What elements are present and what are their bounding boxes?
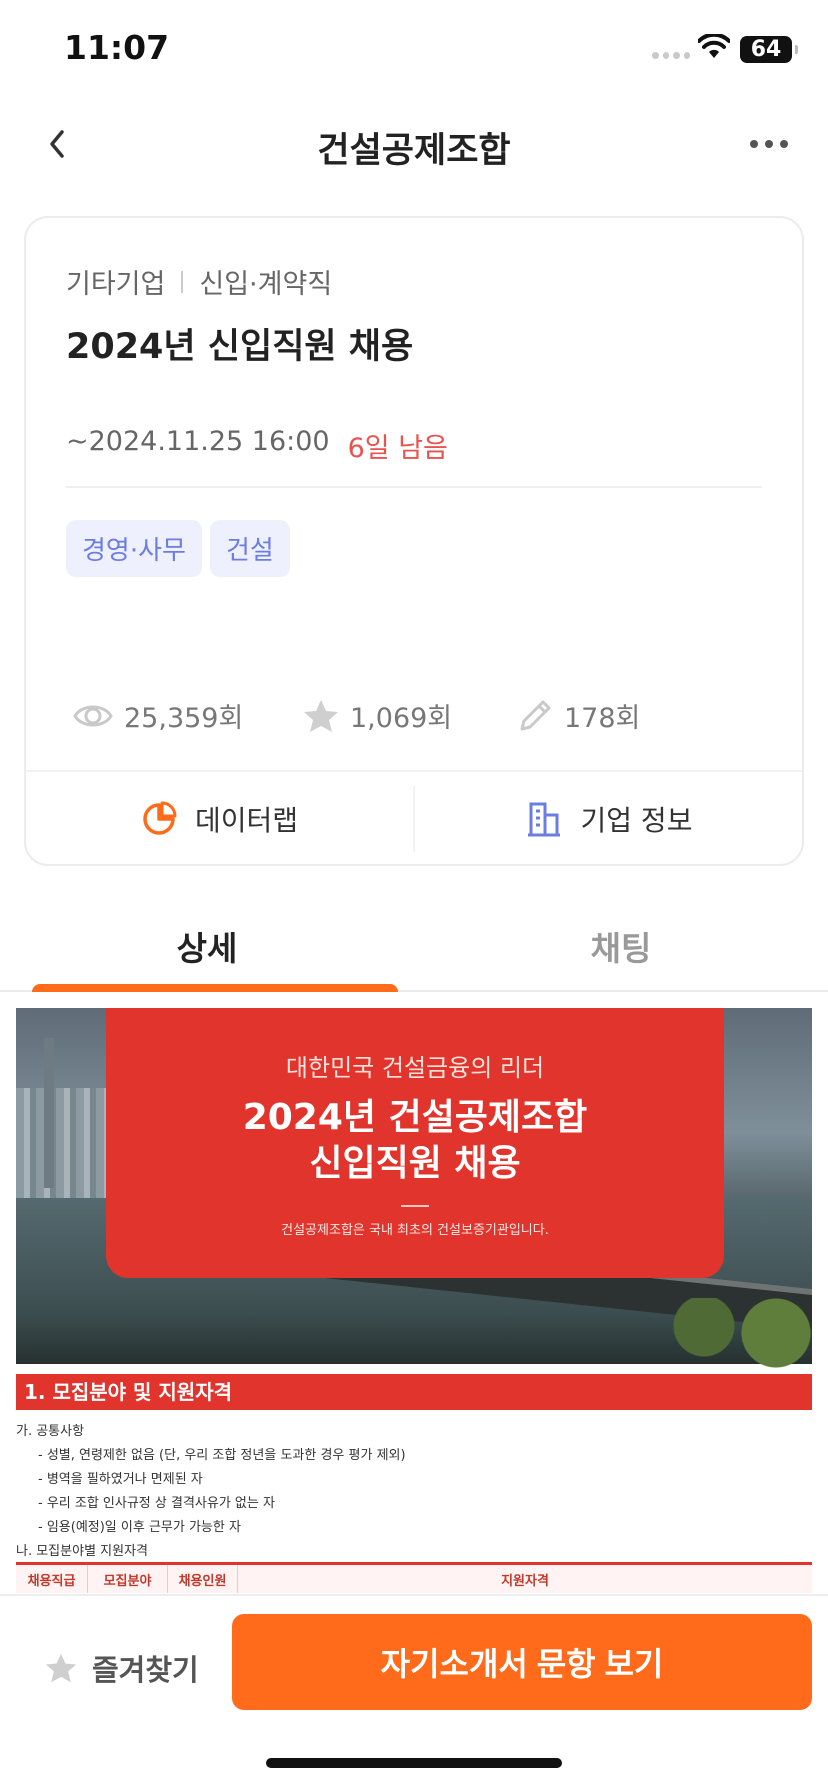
- favorite-button[interactable]: 즐겨찾기: [44, 1636, 199, 1700]
- job-meta: 기타기업 신입·계약직: [66, 262, 332, 301]
- more-options-icon[interactable]: [750, 140, 788, 148]
- pie-chart-icon: [143, 801, 177, 835]
- company-info-label: 기업 정보: [580, 804, 693, 837]
- poster-table-header: 채용직급 모집분야 채용인원 지원자격: [16, 1562, 812, 1593]
- job-summary-card: 기타기업 신입·계약직 2024년 신입직원 채용 ~2024.11.25 16…: [24, 216, 804, 866]
- wifi-icon: [698, 34, 730, 58]
- status-bar: 11:07 64: [0, 0, 828, 100]
- view-cover-letter-questions-button[interactable]: 자기소개서 문항 보기: [232, 1614, 812, 1710]
- favorites-count: 1,069회: [350, 703, 453, 734]
- navbar: 건설공제조합: [0, 100, 828, 188]
- poster-section-title: 1. 모집분야 및 지원자격: [16, 1374, 812, 1410]
- writes-count: 178회: [564, 703, 641, 734]
- writes-stat: 178회: [516, 696, 640, 735]
- active-tab-indicator: [32, 984, 398, 992]
- battery-icon: 64: [740, 36, 798, 63]
- eye-icon: [73, 705, 113, 726]
- card-actions: 데이터랩 기업 정보: [26, 770, 802, 866]
- favorites-stat: 1,069회: [302, 696, 452, 735]
- datalab-button[interactable]: 데이터랩: [26, 772, 413, 866]
- poster-headline: 2024년 건설공제조합 신입직원 채용: [242, 1097, 588, 1184]
- tab-chatting[interactable]: 채팅: [414, 880, 828, 990]
- home-indicator: [266, 1758, 562, 1768]
- building-icon: [527, 802, 560, 837]
- card-divider: [66, 486, 762, 488]
- days-left-badge: 6일 남음: [347, 433, 448, 464]
- job-posting-image: 대한민국 건설금융의 리더 2024년 건설공제조합 신입직원 채용 건설공제조…: [16, 1008, 812, 1593]
- star-icon: [45, 1653, 77, 1683]
- detail-tabs: 상세 채팅: [0, 880, 828, 992]
- status-time: 11:07: [64, 28, 170, 67]
- job-title: 2024년 신입직원 채용: [66, 327, 414, 367]
- datalab-label: 데이터랩: [194, 804, 299, 837]
- employment-type: 신입·계약직: [199, 269, 333, 300]
- meta-divider: [181, 270, 184, 293]
- poster-body-text: 가. 공통사항 - 성별, 연령제한 없음 (단, 우리 조합 정년을 도과한 …: [16, 1424, 406, 1559]
- tag-construction[interactable]: 건설: [209, 520, 290, 577]
- tab-detail[interactable]: 상세: [0, 880, 414, 990]
- star-icon: [304, 699, 338, 732]
- tag-business-admin[interactable]: 경영·사무: [66, 520, 202, 577]
- views-stat: 25,359회: [72, 696, 243, 735]
- company-type: 기타기업: [66, 269, 166, 300]
- deadline-date: ~2024.11.25 16:00: [66, 426, 330, 457]
- views-count: 25,359회: [124, 703, 244, 734]
- poster-slogan: 대한민국 건설금융의 리더: [285, 1054, 545, 1082]
- poster-title-box: 대한민국 건설금융의 리더 2024년 건설공제조합 신입직원 채용 건설공제조…: [106, 1008, 724, 1278]
- job-tags: 경영·사무 건설: [66, 520, 290, 577]
- cellular-signal-icon: [652, 52, 690, 62]
- pencil-icon: [520, 700, 551, 730]
- poster-hero-photo: 대한민국 건설금융의 리더 2024년 건설공제조합 신입직원 채용 건설공제조…: [16, 1008, 812, 1368]
- company-info-button[interactable]: 기업 정보: [413, 786, 802, 852]
- favorite-label: 즐겨찾기: [92, 1653, 199, 1687]
- job-stats: 25,359회 1,069회 178회: [26, 696, 802, 756]
- poster-subtitle: 건설공제조합은 국내 최초의 건설보증기관입니다.: [281, 1223, 549, 1238]
- page-title: 건설공제조합: [317, 131, 511, 171]
- deadline-row: ~2024.11.25 16:00 6일 남음: [66, 426, 448, 465]
